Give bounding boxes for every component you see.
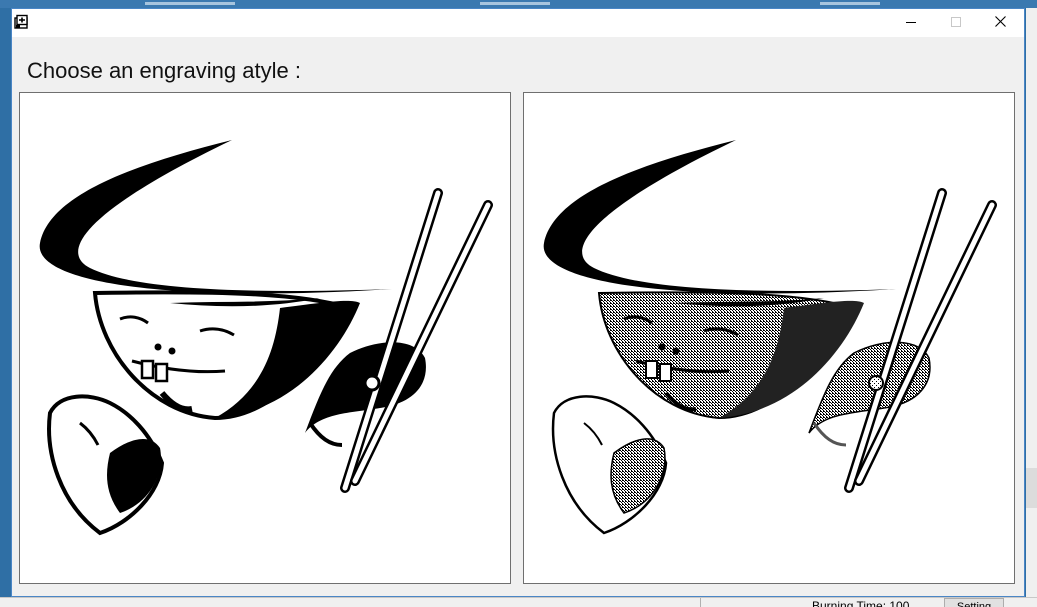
- prompt-label: Choose an engraving atyle :: [27, 58, 301, 83]
- chef-image-dither: [543, 140, 997, 535]
- close-button[interactable]: [978, 9, 1023, 37]
- minimize-button[interactable]: [888, 9, 933, 37]
- close-icon: [995, 14, 1006, 32]
- maximize-button[interactable]: [933, 9, 978, 37]
- chef-image-threshold: [39, 140, 493, 536]
- minimize-icon: [905, 14, 916, 32]
- app-engrave-icon: [14, 14, 30, 30]
- style-option-threshold[interactable]: [19, 92, 511, 584]
- maximize-icon: [950, 14, 961, 32]
- style-option-dither[interactable]: [523, 92, 1015, 584]
- title-bar[interactable]: [12, 9, 1024, 37]
- desktop-strip: [0, 0, 1037, 8]
- engraving-style-dialog: Choose an engraving atyle :: [11, 8, 1025, 597]
- background-window-edge: [1026, 8, 1037, 606]
